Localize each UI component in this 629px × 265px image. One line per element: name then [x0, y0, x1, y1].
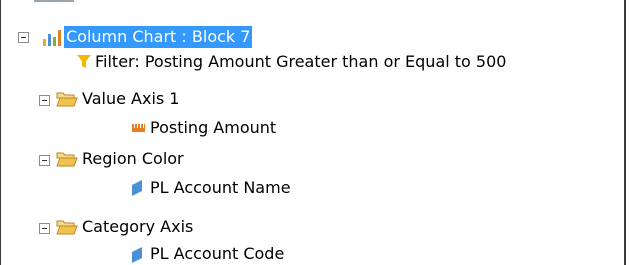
measure-icon-tick [134, 124, 135, 128]
tree-node-label[interactable]: Column Chart : Block 7 [64, 26, 253, 48]
folder-back [56, 152, 75, 159]
folder-open-icon [56, 220, 78, 235]
measure-icon-tick [140, 124, 141, 128]
tree-node-label[interactable]: Posting Amount [150, 117, 276, 139]
column-chart-icon-bar [58, 30, 61, 46]
folder-back [56, 92, 75, 99]
folder-back [56, 220, 75, 227]
tree-node-label[interactable]: PL Account Name [150, 177, 291, 199]
folder-front [56, 157, 78, 167]
tree-node-label[interactable]: Category Axis [82, 216, 193, 238]
frame-right-border [624, 0, 626, 265]
tree-node-label[interactable]: Value Axis 1 [82, 88, 179, 110]
collapse-toggle[interactable] [39, 95, 50, 106]
column-chart-icon-bar [43, 39, 46, 46]
folder-front [56, 225, 78, 235]
tree-node-label[interactable]: PL Account Code [150, 243, 284, 265]
dimension-icon [132, 247, 142, 263]
folder-open-icon [56, 92, 78, 107]
clipped-item-above [34, 0, 74, 2]
filter-funnel-icon [77, 55, 91, 68]
measure-icon-tick [137, 124, 138, 128]
tree-node-label[interactable]: Filter: Posting Amount Greater than or E… [95, 51, 506, 73]
collapse-toggle[interactable] [39, 155, 50, 166]
measure-icon-tick [143, 124, 144, 128]
column-chart-icon [43, 30, 61, 46]
column-chart-icon-bar [53, 37, 56, 46]
filter-funnel-shape [77, 55, 91, 68]
dimension-icon [132, 180, 142, 196]
column-chart-icon-bar [48, 34, 51, 46]
measure-icon [132, 124, 145, 132]
collapse-toggle[interactable] [18, 32, 29, 43]
tree-node-label[interactable]: Region Color [82, 148, 184, 170]
dimension-icon-shape [132, 180, 142, 196]
collapse-toggle[interactable] [39, 223, 50, 234]
folder-open-icon [56, 152, 78, 167]
dimension-icon-shape [132, 247, 142, 263]
frame-left-border [0, 0, 1, 265]
folder-front [56, 97, 78, 107]
